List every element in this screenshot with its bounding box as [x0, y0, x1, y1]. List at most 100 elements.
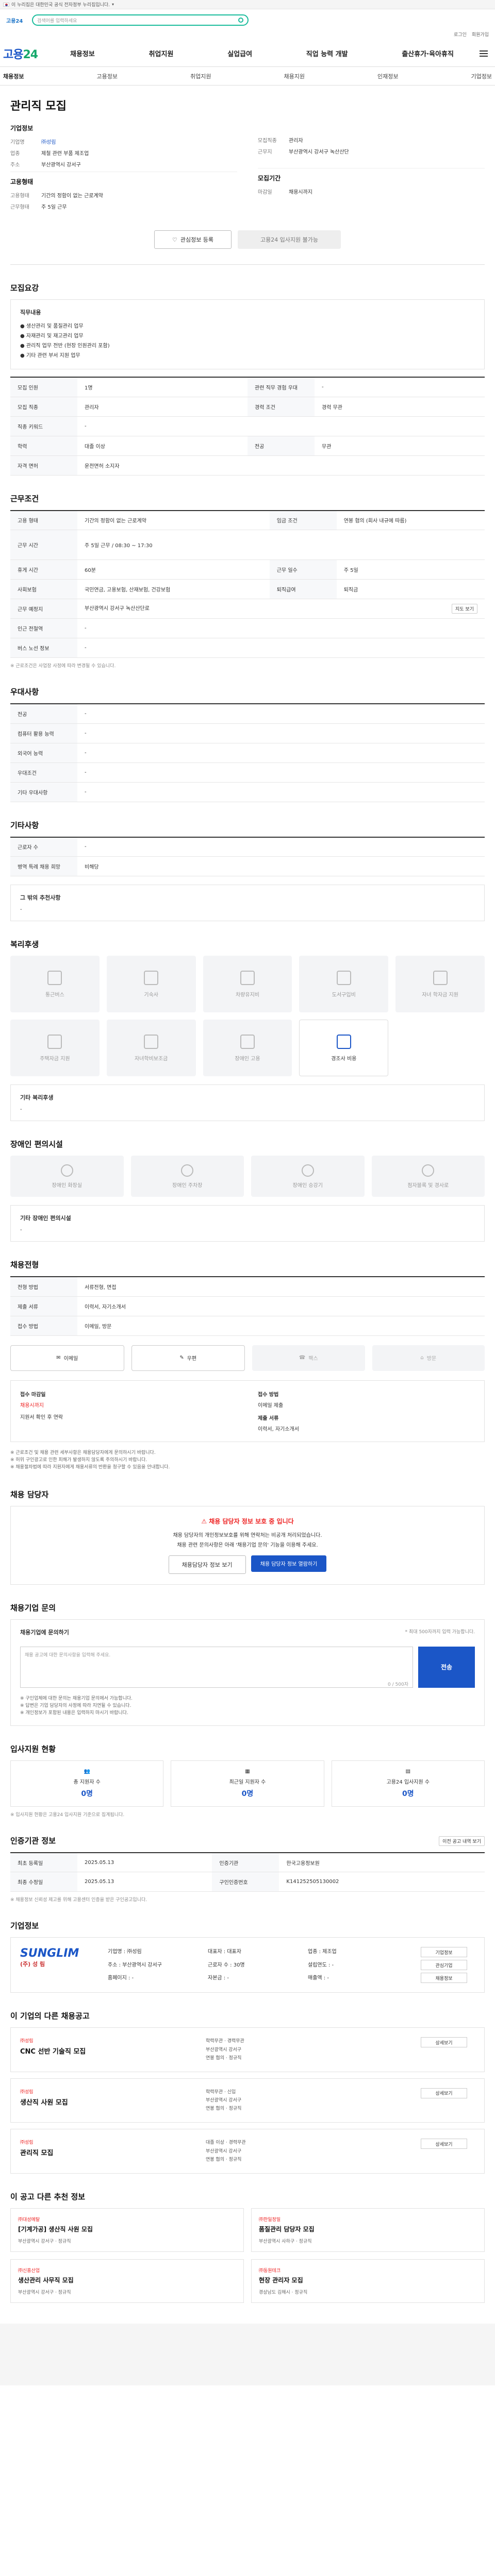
gnb-unemployment[interactable]: 실업급여: [227, 48, 252, 58]
oj-detail-button[interactable]: 상세보기: [421, 2139, 467, 2149]
rec-title[interactable]: 품질관리 담당자 모집: [259, 2225, 477, 2233]
th: 모집 인원: [10, 377, 77, 397]
rec-title[interactable]: 현장 관리자 모집: [259, 2276, 477, 2284]
contact-open-button[interactable]: 채용 담당자 정보 열람하기: [251, 1555, 327, 1572]
recommend-card[interactable]: ㈜대성메탈 [기계가공] 생산직 사원 모집 부산광역시 강서구 · 정규직: [10, 2208, 244, 2252]
td: -: [315, 377, 485, 397]
apply-button[interactable]: 고용24 입사지원 불가능: [238, 230, 341, 249]
save-interest-button[interactable]: ♡ 관심정보 등록: [154, 230, 232, 249]
th: 근무 시간: [10, 530, 77, 560]
other-job-card[interactable]: ㈜성림 생산직 사원 모집 학력무관 · 신입 부산광역시 강서구 연봉 협의 · 정…: [10, 2078, 485, 2123]
oj-detail-button[interactable]: 상세보기: [421, 2088, 467, 2098]
biz-info-button[interactable]: 기업정보: [421, 1947, 467, 1958]
oj-meta: 연봉 협의 · 정규직: [206, 2055, 242, 2061]
oj-title[interactable]: 관리직 모집: [20, 2147, 195, 2157]
char-count: 0 / 500자: [388, 1682, 408, 1687]
td: 기간의 정함이 없는 근로계약: [77, 510, 270, 530]
map-button[interactable]: 지도 보기: [452, 604, 477, 614]
signup-link[interactable]: 회원가입: [472, 31, 489, 40]
section-title-recruit: 모집요강: [10, 283, 39, 293]
calendar-icon: ▦: [245, 1768, 250, 1774]
oj-detail-button[interactable]: 상세보기: [421, 2037, 467, 2048]
company-name-link[interactable]: ㈜성림: [41, 138, 56, 145]
ramp-icon: [422, 1164, 435, 1177]
recommend-card[interactable]: ㈜한일정밀 품질관리 담당자 모집 부산광역시 사하구 · 정규직: [251, 2208, 485, 2252]
td: 이력서, 자기소개서: [77, 1296, 485, 1316]
welfare-card: 자녀학비보조금: [106, 1020, 196, 1076]
note-line: ※ 답변은 기업 담당자의 사정에 따라 지연될 수 있습니다.: [20, 1703, 131, 1709]
subnav-3[interactable]: 채용지원: [284, 72, 305, 80]
inquiry-send-button[interactable]: 전송: [418, 1646, 475, 1688]
method-label: 이메일: [63, 1356, 78, 1362]
th: 전공: [10, 704, 77, 724]
document-icon: ▤: [405, 1768, 411, 1774]
note-line: ※ 채용절차법에 따라 지원자에게 채용서류의 반환을 청구할 수 있음을 안내…: [10, 1465, 170, 1470]
kv-key: 주소: [10, 162, 20, 168]
table-row: 인근 전철역 -: [10, 618, 485, 638]
stat-card: ▤ 고용24 입사지원 수 0명: [331, 1760, 485, 1807]
other-job-card[interactable]: ㈜성림 관리직 모집 대졸 이상 · 경력무관 부산광역시 강서구 연봉 협의 · 정…: [10, 2129, 485, 2174]
recommend-card[interactable]: ㈜신흥산업 생산관리 사무직 모집 부산광역시 강서구 · 정규직: [10, 2259, 244, 2303]
detail-value: 이메일 제출: [258, 1402, 284, 1409]
gnb-leave[interactable]: 출산휴가·육아휴직: [402, 48, 454, 58]
welfare-card-active: 경조사 비용: [299, 1020, 389, 1076]
biz-jobs-button[interactable]: 채용정보: [421, 1973, 467, 1984]
deadline-value: 채용시까지: [20, 1402, 44, 1409]
visit-icon: ⌂: [420, 1355, 424, 1361]
kv-key: 근무형태: [10, 205, 29, 210]
subnav-4[interactable]: 인재정보: [377, 72, 398, 80]
recommend-grid: ㈜대성메탈 [기계가공] 생산직 사원 모집 부산광역시 강서구 · 정규직 ㈜한일…: [10, 2208, 485, 2303]
recommend-card[interactable]: ㈜동원테크 현장 관리자 모집 경상남도 김해시 · 정규직: [251, 2259, 485, 2303]
oj-meta: 연봉 협의 · 정규직: [206, 2157, 242, 2162]
oj-meta: 대졸 이상 · 경력무관: [206, 2140, 246, 2146]
th: 병역 특례 채용 희망: [10, 856, 77, 876]
rec-title[interactable]: [기계가공] 생산직 사원 모집: [18, 2225, 236, 2233]
login-link[interactable]: 로그인: [454, 31, 467, 40]
stat-label: 고용24 입사지원 수: [386, 1779, 430, 1785]
oj-title[interactable]: 생산직 사원 모집: [20, 2097, 195, 2107]
biz-field: 근로자 수 : 30명: [208, 1962, 245, 1968]
rec-company: ㈜신흥산업: [18, 2268, 40, 2274]
td: 이메일, 방문: [77, 1316, 485, 1336]
kv-value: 제철 관련 부품 제조업: [41, 151, 89, 157]
td: 연봉 협의 (회사 내규에 따름): [336, 510, 485, 530]
subnav-1[interactable]: 고용정보: [97, 72, 118, 80]
table-row: 휴게 시간 60분 근무 일수 주 5일: [10, 560, 485, 580]
address-text: 부산광역시 강서구 녹산산단로: [85, 606, 150, 612]
disabled-label: 장애인 승강기: [292, 1182, 323, 1189]
search-input[interactable]: 검색어를 입력하세요: [32, 14, 249, 26]
biz-follow-button[interactable]: 관심기업: [421, 1960, 467, 1971]
heart-icon: ♡: [172, 236, 177, 243]
oj-title[interactable]: CNC 선반 기술직 모집: [20, 2046, 195, 2056]
rec-company: ㈜한일정밀: [259, 2217, 281, 2223]
brand-logo[interactable]: 고용24: [3, 45, 44, 62]
disabled-card: 장애인 승강기: [251, 1156, 365, 1197]
subnav-0[interactable]: 채용정보: [3, 72, 24, 80]
welfare-other-value: -: [20, 1107, 22, 1112]
menu-icon[interactable]: [480, 50, 488, 57]
work-note: ※ 근로조건은 사업장 사정에 따라 변경될 수 있습니다.: [10, 664, 116, 669]
gov-banner[interactable]: 이 누리집은 대한민국 공식 전자정부 누리집입니다. ▾: [0, 0, 495, 9]
welfare-card: 통근버스: [10, 956, 100, 1012]
th: 직종 키워드: [10, 416, 77, 436]
mini-logo[interactable]: 고용24: [6, 16, 27, 24]
search-icon[interactable]: [238, 18, 243, 23]
other-job-card[interactable]: ㈜성림 CNC 선반 기술직 모집 학력무관 · 경력무관 부산광역시 강서구 연봉 …: [10, 2027, 485, 2072]
oj-meta: 부산광역시 강서구: [206, 2098, 242, 2104]
gnb-training[interactable]: 직업 능력 개발: [306, 48, 348, 58]
rec-title[interactable]: 생산관리 사무직 모집: [18, 2276, 236, 2284]
welfare-label: 주택자금 지원: [40, 1056, 70, 1062]
contact-info-button[interactable]: 채용담당자 정보 보기: [168, 1555, 246, 1574]
inquiry-textarea[interactable]: 채용 공고에 대한 문의사항을 입력해 주세요. 0 / 500자: [20, 1646, 413, 1688]
th: 외국어 능력: [10, 743, 77, 763]
subnav-2[interactable]: 취업지원: [190, 72, 211, 80]
th: 모집 직종: [10, 397, 77, 417]
gnb-support[interactable]: 취업지원: [149, 48, 174, 58]
history-button[interactable]: 이전 공고 내역 보기: [439, 1836, 485, 1846]
gnb-jobs[interactable]: 채용정보: [70, 48, 95, 58]
disabled-label: 장애인 화장실: [52, 1182, 82, 1189]
welfare-grid: 통근버스 기숙사 차량유지비 도서구입비 자녀 학자금 지원 주택자금 지원 자…: [10, 956, 485, 1076]
inquiry-notes: ※ 구인업체에 대한 문의는 채용기업 문의에서 가능합니다. ※ 답변은 기업…: [20, 1695, 475, 1717]
subnav-5[interactable]: 기업정보: [471, 72, 492, 80]
disabled-card: 장애인 주차장: [130, 1156, 244, 1197]
